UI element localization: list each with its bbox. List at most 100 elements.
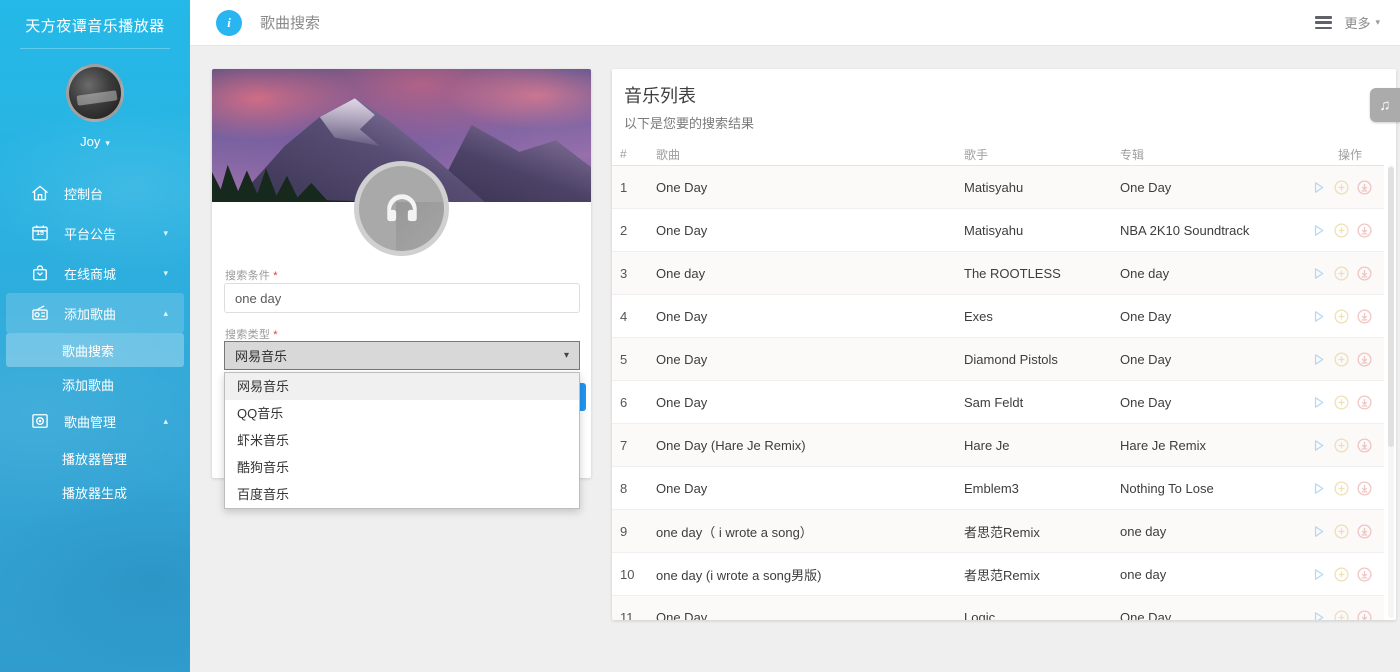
play-icon[interactable]: [1310, 265, 1327, 282]
add-circle-icon[interactable]: [1333, 480, 1350, 497]
sidebar-item-announcements[interactable]: 15 平台公告 ▾: [0, 213, 190, 253]
music-player-tab[interactable]: ♫: [1370, 88, 1400, 122]
add-circle-icon[interactable]: [1333, 179, 1350, 196]
add-circle-icon[interactable]: [1333, 351, 1350, 368]
album-cell: one day: [1120, 524, 1310, 539]
song-cell: one day (i wrote a song男版): [656, 565, 964, 584]
select-option[interactable]: 百度音乐: [225, 481, 579, 508]
artist-cell: 者思范Remix: [964, 522, 1120, 541]
play-icon[interactable]: [1310, 308, 1327, 325]
row-actions: [1310, 179, 1379, 196]
download-icon[interactable]: [1356, 394, 1373, 411]
select-option[interactable]: QQ音乐: [225, 400, 579, 427]
add-circle-icon[interactable]: [1333, 437, 1350, 454]
chevron-down-icon: ▾: [564, 350, 569, 361]
sidebar-subitem-song-search[interactable]: 歌曲搜索: [6, 333, 184, 367]
info-icon-glyph: i: [227, 15, 231, 31]
download-icon[interactable]: [1356, 265, 1373, 282]
album-cell: NBA 2K10 Soundtrack: [1120, 223, 1310, 238]
chevron-down-icon: ▾: [105, 138, 110, 148]
play-icon[interactable]: [1310, 222, 1327, 239]
list-subtitle: 以下是您要的搜索结果: [612, 108, 1396, 132]
row-number: 11: [620, 610, 656, 621]
play-icon[interactable]: [1310, 179, 1327, 196]
search-type-select[interactable]: 网易音乐 ▾: [224, 341, 580, 370]
download-icon[interactable]: [1356, 437, 1373, 454]
table-row: 2 One Day Matisyahu NBA 2K10 Soundtrack: [612, 209, 1384, 252]
play-icon[interactable]: [1310, 437, 1327, 454]
download-icon[interactable]: [1356, 308, 1373, 325]
add-circle-icon[interactable]: [1333, 609, 1350, 621]
download-icon[interactable]: [1356, 480, 1373, 497]
column-header-actions: 操作: [1310, 146, 1376, 163]
row-number: 8: [620, 481, 656, 496]
artist-cell: 者思范Remix: [964, 565, 1120, 584]
select-option[interactable]: 酷狗音乐: [225, 454, 579, 481]
add-circle-icon[interactable]: [1333, 222, 1350, 239]
add-circle-icon[interactable]: [1333, 265, 1350, 282]
row-actions: [1310, 222, 1379, 239]
column-header-artist: 歌手: [964, 146, 1120, 163]
disc-icon: [30, 411, 50, 431]
row-actions: [1310, 351, 1379, 368]
sidebar-item-label: 平台公告: [64, 224, 116, 243]
scrollbar-track[interactable]: [1388, 165, 1394, 618]
user-name: Joy: [80, 134, 100, 149]
artist-cell: Matisyahu: [964, 180, 1120, 195]
artist-cell: Matisyahu: [964, 223, 1120, 238]
add-circle-icon[interactable]: [1333, 308, 1350, 325]
scrollbar-thumb[interactable]: [1388, 167, 1394, 447]
selected-option-label: 网易音乐: [235, 346, 287, 365]
add-circle-icon[interactable]: [1333, 523, 1350, 540]
album-cell: One Day: [1120, 610, 1310, 621]
divider: [20, 48, 170, 49]
user-avatar[interactable]: [66, 64, 124, 122]
sidebar-item-song-management[interactable]: 歌曲管理 ▴: [0, 401, 190, 441]
row-actions: [1310, 609, 1379, 621]
download-icon[interactable]: [1356, 179, 1373, 196]
chevron-down-icon: ▾: [163, 268, 168, 279]
play-icon[interactable]: [1310, 523, 1327, 540]
download-icon[interactable]: [1356, 609, 1373, 621]
play-icon[interactable]: [1310, 351, 1327, 368]
add-circle-icon[interactable]: [1333, 566, 1350, 583]
sidebar-subitem-player-generate[interactable]: 播放器生成: [0, 475, 190, 509]
info-icon: i: [216, 10, 242, 36]
song-cell: One Day: [656, 395, 964, 410]
sidebar-item-add-song-group[interactable]: 添加歌曲 ▴: [6, 293, 184, 333]
row-number: 7: [620, 438, 656, 453]
play-icon[interactable]: [1310, 566, 1327, 583]
sidebar-item-console[interactable]: 控制台: [0, 173, 190, 213]
sidebar-item-online-shop[interactable]: 在线商城 ▾: [0, 253, 190, 293]
table-row: 10 one day (i wrote a song男版) 者思范Remix o…: [612, 553, 1384, 596]
add-circle-icon[interactable]: [1333, 394, 1350, 411]
play-icon[interactable]: [1310, 609, 1327, 621]
chevron-up-icon: ▴: [163, 308, 168, 319]
select-option[interactable]: 网易音乐: [225, 373, 579, 400]
select-option[interactable]: 虾米音乐: [225, 427, 579, 454]
download-icon[interactable]: [1356, 222, 1373, 239]
album-cell: Hare Je Remix: [1120, 438, 1310, 453]
row-number: 6: [620, 395, 656, 410]
headphones-icon: [376, 183, 428, 235]
table-body: 1 One Day Matisyahu One Day 2 One Day Ma…: [612, 165, 1384, 620]
headphones-logo: [354, 161, 449, 256]
list-title: 音乐列表: [612, 69, 1396, 108]
sidebar-subitem-add-song[interactable]: 添加歌曲: [0, 367, 190, 401]
content-area: 搜索条件* 搜索类型* 网易音乐 ▾ 网易音乐 QQ音乐 虾米音乐 酷狗音乐 百…: [190, 46, 1400, 672]
download-icon[interactable]: [1356, 351, 1373, 368]
search-term-input[interactable]: [224, 283, 580, 313]
sidebar-subitem-player-management[interactable]: 播放器管理: [0, 441, 190, 475]
download-icon[interactable]: [1356, 523, 1373, 540]
user-menu[interactable]: Joy ▾: [0, 134, 190, 149]
play-icon[interactable]: [1310, 394, 1327, 411]
more-dropdown[interactable]: 更多▾: [1344, 13, 1380, 32]
table-row: 6 One Day Sam Feldt One Day: [612, 381, 1384, 424]
play-icon[interactable]: [1310, 480, 1327, 497]
sidebar-subitem-label: 添加歌曲: [62, 375, 114, 394]
more-label: 更多: [1344, 13, 1370, 32]
download-icon[interactable]: [1356, 566, 1373, 583]
row-number: 5: [620, 352, 656, 367]
table-row: 8 One Day Emblem3 Nothing To Lose: [612, 467, 1384, 510]
menu-icon[interactable]: [1315, 16, 1332, 29]
